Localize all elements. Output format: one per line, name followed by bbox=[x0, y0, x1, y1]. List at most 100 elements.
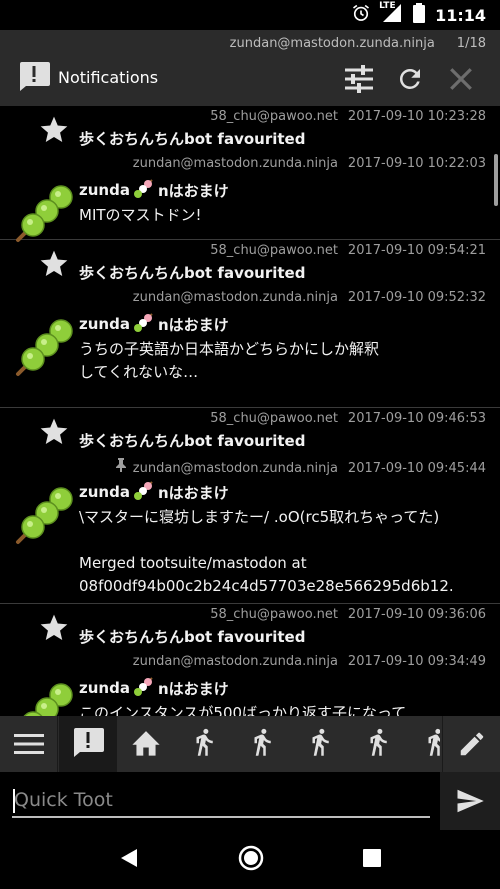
display-name-prefix: zunda bbox=[79, 679, 130, 697]
walking-person-icon bbox=[247, 725, 277, 763]
toot-item[interactable]: zundan@mastodon.zunda.ninja 2017-09-10 09… bbox=[0, 650, 500, 716]
favourite-notification[interactable]: 58_chu@pawoo.net 2017-09-10 09:36:06 歩くおちん… bbox=[0, 604, 500, 650]
home-nav-icon[interactable] bbox=[237, 844, 265, 876]
back-icon[interactable] bbox=[118, 847, 140, 873]
avatar[interactable] bbox=[14, 680, 76, 716]
network-type: LTE bbox=[379, 1, 396, 11]
battery-icon bbox=[413, 3, 426, 27]
toot-body: MITのマストドン! bbox=[79, 206, 202, 224]
fav-text[interactable]: 歩くおちんちんbot favourited bbox=[79, 626, 305, 647]
favourite-notification[interactable]: 58_chu@pawoo.net 2017-09-10 10:23:28 歩くおちん… bbox=[0, 106, 500, 152]
favourite-notification[interactable]: 58_chu@pawoo.net 2017-09-10 09:54:21 歩くおちん… bbox=[0, 240, 500, 286]
star-icon bbox=[38, 416, 70, 448]
fav-date: 2017-09-10 09:36:06 bbox=[347, 607, 486, 622]
app-header: zundan@mastodon.zunda.ninja 1/18 Notific… bbox=[0, 30, 500, 106]
toot-item[interactable]: zundan@mastodon.zunda.ninja 2017-09-10 09… bbox=[0, 286, 500, 408]
account-line: zundan@mastodon.zunda.ninja 1/18 bbox=[230, 36, 486, 51]
display-name[interactable]: zunda nはおまけ bbox=[79, 676, 229, 700]
fav-account: 58_chu@pawoo.net bbox=[210, 607, 338, 622]
toot-body: このインスタンスが500ばっかり返す子になって ました。すみません! bbox=[79, 704, 407, 716]
fav-text[interactable]: 歩くおちんちんbot favourited bbox=[79, 430, 305, 451]
walking-person-icon bbox=[421, 725, 440, 763]
display-name[interactable]: zunda nはおまけ bbox=[79, 480, 229, 504]
compose-pencil-icon[interactable] bbox=[442, 716, 500, 772]
system-nav-bar bbox=[0, 830, 500, 889]
tab-bar bbox=[0, 716, 500, 772]
fav-meta: 58_chu@pawoo.net 2017-09-10 09:36:06 bbox=[210, 607, 486, 622]
display-name-suffix: nはおまけ bbox=[157, 679, 229, 698]
toot-account: zundan@mastodon.zunda.ninja bbox=[132, 156, 338, 171]
star-icon bbox=[38, 612, 70, 644]
signal-lte-icon: LTE bbox=[379, 1, 403, 27]
avatar[interactable] bbox=[14, 484, 76, 546]
fav-meta: 58_chu@pawoo.net 2017-09-10 10:23:28 bbox=[210, 109, 486, 124]
avatar[interactable] bbox=[14, 316, 76, 378]
fav-text[interactable]: 歩くおちんちんbot favourited bbox=[79, 128, 305, 149]
dango-emoji-icon bbox=[133, 312, 155, 336]
tab-notifications[interactable] bbox=[59, 716, 117, 772]
walking-person-icon bbox=[363, 725, 393, 763]
toot-meta: zundan@mastodon.zunda.ninja 2017-09-10 09… bbox=[133, 654, 486, 669]
tab-home[interactable] bbox=[117, 716, 175, 772]
notifications-column-icon[interactable] bbox=[17, 60, 51, 92]
status-bar: LTE 11:14 bbox=[0, 0, 500, 30]
fav-date: 2017-09-10 09:54:21 bbox=[347, 243, 486, 258]
refresh-icon[interactable] bbox=[393, 62, 427, 96]
display-name-prefix: zunda bbox=[79, 181, 130, 199]
toot-date: 2017-09-10 10:22:03 bbox=[347, 156, 486, 171]
scrollbar-thumb[interactable] bbox=[494, 154, 498, 206]
pin-icon bbox=[115, 458, 127, 476]
fav-text[interactable]: 歩くおちんちんbot favourited bbox=[79, 262, 305, 283]
fav-date: 2017-09-10 09:46:53 bbox=[347, 411, 486, 426]
account-name: zundan@mastodon.zunda.ninja bbox=[229, 36, 435, 51]
display-name-prefix: zunda bbox=[79, 483, 130, 501]
quick-toot-bar bbox=[0, 772, 500, 830]
toot-account: zundan@mastodon.zunda.ninja bbox=[132, 654, 338, 669]
menu-icon[interactable] bbox=[0, 716, 58, 772]
notification-timeline[interactable]: 58_chu@pawoo.net 2017-09-10 10:23:28 歩くおちん… bbox=[0, 106, 500, 716]
fav-account: 58_chu@pawoo.net bbox=[210, 243, 338, 258]
walking-person-icon bbox=[305, 725, 335, 763]
toot-body: \マスターに寝坊しますたー/ .oO(rc5取れちゃってた) Merged to… bbox=[79, 508, 454, 595]
toot-meta: zundan@mastodon.zunda.ninja 2017-09-10 09… bbox=[133, 290, 486, 305]
display-name[interactable]: zunda nはおまけ bbox=[79, 312, 229, 336]
tab-walking-4[interactable] bbox=[349, 716, 407, 772]
display-name-suffix: nはおまけ bbox=[157, 483, 229, 502]
tab-walking-5[interactable] bbox=[407, 716, 440, 772]
display-name-suffix: nはおまけ bbox=[157, 181, 229, 200]
toot-date: 2017-09-10 09:52:32 bbox=[347, 290, 486, 305]
dango-emoji-icon bbox=[133, 480, 155, 504]
page-indicator: 1/18 bbox=[456, 36, 486, 51]
favourite-notification[interactable]: 58_chu@pawoo.net 2017-09-10 09:46:53 歩くおちん… bbox=[0, 408, 500, 454]
close-icon[interactable] bbox=[444, 62, 478, 96]
tab-walking-3[interactable] bbox=[291, 716, 349, 772]
dango-emoji-icon bbox=[133, 178, 155, 202]
fav-account: 58_chu@pawoo.net bbox=[210, 109, 338, 124]
fav-date: 2017-09-10 10:23:28 bbox=[347, 109, 486, 124]
toot-meta: zundan@mastodon.zunda.ninja 2017-09-10 09… bbox=[115, 458, 486, 476]
star-icon bbox=[38, 248, 70, 280]
display-name-suffix: nはおまけ bbox=[157, 315, 229, 334]
display-name-prefix: zunda bbox=[79, 315, 130, 333]
home-icon bbox=[129, 727, 163, 761]
send-icon[interactable] bbox=[440, 772, 500, 830]
recents-icon[interactable] bbox=[362, 848, 382, 872]
tab-walking-1[interactable] bbox=[175, 716, 233, 772]
quick-toot-input[interactable] bbox=[12, 784, 430, 818]
toot-account: zundan@mastodon.zunda.ninja bbox=[132, 461, 338, 476]
notifications-icon bbox=[71, 726, 105, 762]
tune-icon[interactable] bbox=[342, 62, 376, 96]
toot-item[interactable]: zundan@mastodon.zunda.ninja 2017-09-10 09… bbox=[0, 454, 500, 604]
text-cursor bbox=[13, 789, 15, 813]
display-name[interactable]: zunda nはおまけ bbox=[79, 178, 229, 202]
column-title: Notifications bbox=[58, 68, 159, 87]
toot-date: 2017-09-10 09:34:49 bbox=[347, 654, 486, 669]
toot-date: 2017-09-10 09:45:44 bbox=[347, 461, 486, 476]
star-icon bbox=[38, 114, 70, 146]
tab-walking-2[interactable] bbox=[233, 716, 291, 772]
walking-person-icon bbox=[189, 725, 219, 763]
status-time: 11:14 bbox=[435, 5, 486, 25]
alarm-icon bbox=[351, 3, 371, 27]
toot-item[interactable]: zundan@mastodon.zunda.ninja 2017-09-10 10… bbox=[0, 152, 500, 242]
avatar[interactable] bbox=[14, 182, 76, 244]
